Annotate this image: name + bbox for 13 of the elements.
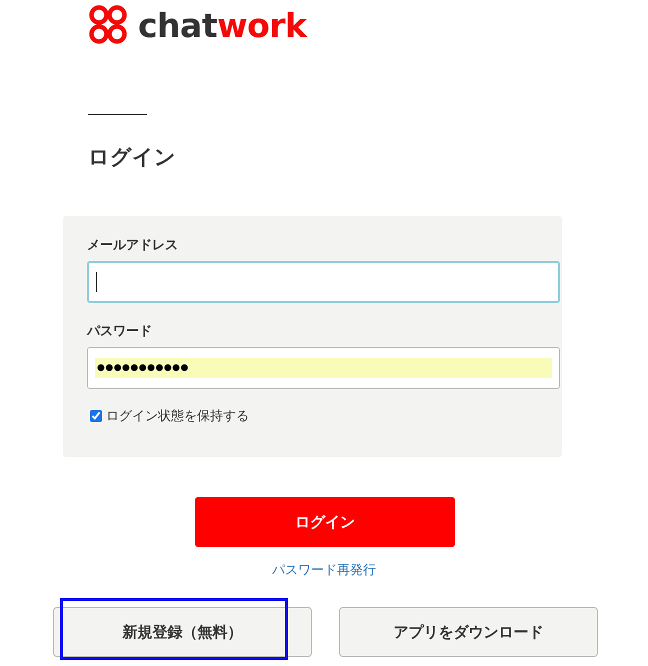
brand-name: chatwork	[138, 6, 306, 44]
download-app-button[interactable]: アプリをダウンロード	[339, 607, 598, 657]
sign-up-button[interactable]: 新規登録（無料）	[53, 607, 312, 657]
password-field[interactable]: ●●●●●●●●●●●	[87, 347, 560, 389]
email-field[interactable]	[87, 261, 560, 303]
password-value: ●●●●●●●●●●●	[95, 358, 552, 378]
remember-checkbox[interactable]	[90, 410, 102, 422]
field-label: メールアドレス	[87, 237, 179, 255]
login-button[interactable]: ログイン	[195, 497, 455, 547]
checkbox-label: ログイン状態を保持する	[106, 408, 249, 425]
password-reset-link[interactable]: パスワード再発行	[272, 561, 376, 579]
page-title: ログイン	[88, 144, 176, 171]
field-label: パスワード	[87, 323, 153, 341]
